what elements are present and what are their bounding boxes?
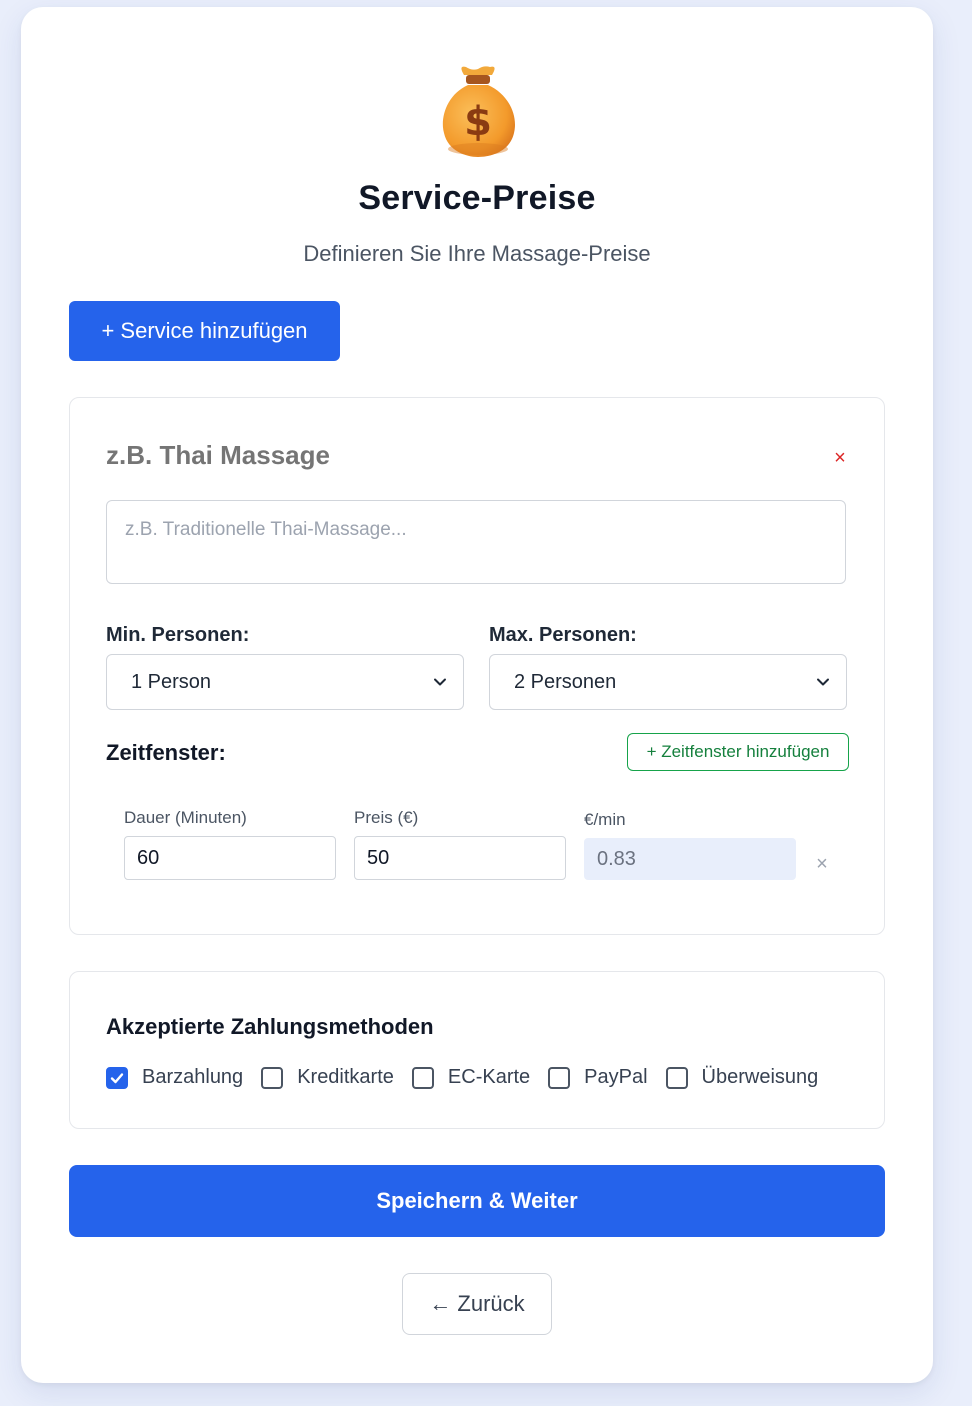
- min-persons-select[interactable]: 1 Person: [106, 654, 464, 710]
- svg-text:$: $: [464, 99, 492, 145]
- remove-service-button[interactable]: ×: [830, 446, 850, 470]
- payment-methods-panel: Akzeptierte Zahlungsmethoden Barzahlung …: [69, 971, 885, 1129]
- payment-option-kreditkarte[interactable]: Kreditkarte: [261, 1066, 394, 1089]
- duration-input[interactable]: 60: [124, 836, 336, 880]
- timeslots-label: Zeitfenster:: [106, 740, 226, 765]
- payment-option-paypal[interactable]: PayPal: [548, 1066, 648, 1089]
- add-service-button[interactable]: + Service hinzufügen: [69, 301, 340, 361]
- service-panel: × z.B. Traditionelle Thai-Massage... Min…: [69, 397, 885, 935]
- checkbox-checked[interactable]: [106, 1066, 128, 1089]
- per-minute-label: €/min: [584, 810, 626, 829]
- checkbox[interactable]: [261, 1066, 284, 1089]
- service-name-input[interactable]: [106, 440, 786, 471]
- back-button[interactable]: ← Zurück: [402, 1273, 552, 1335]
- price-label: Preis (€): [354, 808, 419, 827]
- payment-option-label: Barzahlung: [142, 1066, 244, 1088]
- page-title: Service-Preise: [358, 179, 596, 217]
- min-persons-label: Min. Personen:: [106, 624, 250, 646]
- max-persons-value: 2 Personen: [514, 670, 617, 693]
- money-bag-icon: $: [436, 61, 520, 161]
- payment-option-ueberweisung[interactable]: Überweisung: [665, 1066, 819, 1089]
- checkbox[interactable]: [548, 1066, 571, 1089]
- payment-option-label: Kreditkarte: [297, 1066, 394, 1088]
- checkbox[interactable]: [411, 1066, 434, 1089]
- chevron-down-icon: [817, 678, 829, 686]
- payment-option-barzahlung[interactable]: Barzahlung: [106, 1066, 243, 1089]
- max-persons-label: Max. Personen:: [489, 624, 637, 646]
- service-description-field[interactable]: z.B. Traditionelle Thai-Massage...: [106, 500, 846, 584]
- chevron-down-icon: [434, 678, 446, 686]
- pricing-card: $ Service-Preise Definieren Sie Ihre Mas…: [21, 7, 933, 1383]
- price-input[interactable]: 50: [354, 836, 566, 880]
- max-persons-select[interactable]: 2 Personen: [489, 654, 847, 710]
- remove-timeslot-button[interactable]: ×: [814, 854, 830, 874]
- save-continue-button[interactable]: Speichern & Weiter: [69, 1165, 885, 1237]
- page-subtitle: Definieren Sie Ihre Massage-Preise: [303, 241, 651, 266]
- payment-option-label: Überweisung: [701, 1066, 819, 1088]
- checkmark-icon: [110, 1072, 124, 1083]
- duration-label: Dauer (Minuten): [124, 808, 247, 827]
- payment-option-ec-karte[interactable]: EC-Karte: [411, 1066, 531, 1089]
- payment-methods-title: Akzeptierte Zahlungsmethoden: [106, 1014, 434, 1039]
- min-persons-value: 1 Person: [131, 670, 212, 693]
- payment-methods-list: Barzahlung Kreditkarte EC-Karte PayPal Ü…: [106, 1066, 836, 1089]
- payment-option-label: EC-Karte: [447, 1066, 531, 1088]
- checkbox[interactable]: [665, 1066, 688, 1089]
- per-minute-value: 0.83: [584, 838, 796, 880]
- payment-option-label: PayPal: [584, 1066, 648, 1088]
- add-timeslot-button[interactable]: + Zeitfenster hinzufügen: [627, 733, 849, 771]
